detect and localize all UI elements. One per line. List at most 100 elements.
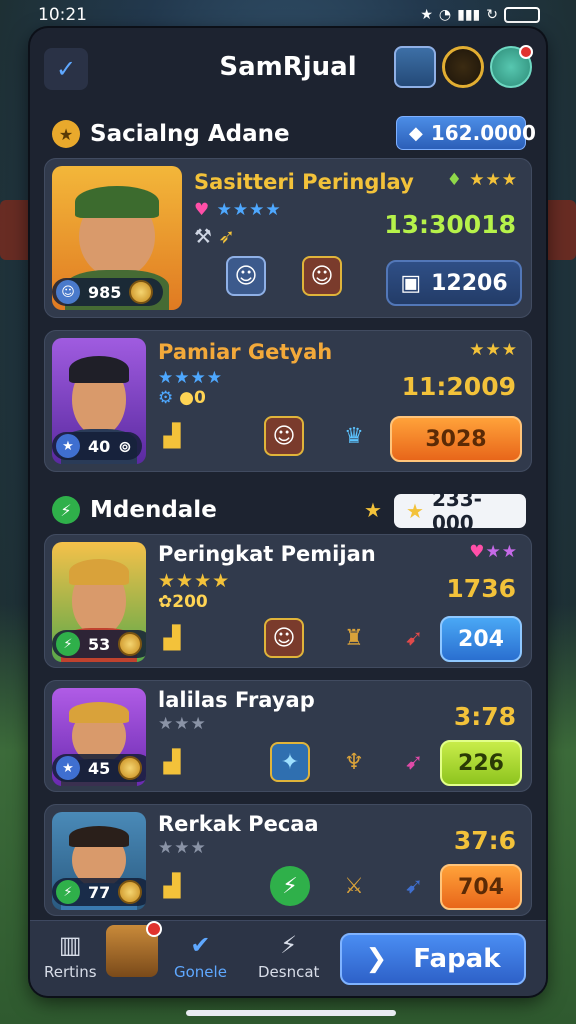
cellular-icon: ▮▮▮ xyxy=(457,7,481,23)
wifi-icon: ◔ xyxy=(438,7,452,23)
profile-avatar[interactable] xyxy=(394,46,436,88)
fapak-button[interactable]: ❯ Fapak xyxy=(340,933,526,985)
player-card-3[interactable]: ⚡ 53 Peringkat Pemijan ★★★★ ✿200 ♥★★ 173… xyxy=(44,534,532,668)
player-card-1[interactable]: ☺ 985 Sasitteri Peringlay ♥ ★★★★ ⚒ ➶ ♦ ★… xyxy=(44,158,532,318)
battery-icon xyxy=(504,7,540,23)
rocket-icon[interactable]: ➹ xyxy=(394,866,434,906)
guild-badge-icon[interactable] xyxy=(442,46,484,88)
player-badge-4: ★ 45 xyxy=(52,754,146,782)
gold-star-icon: ★ xyxy=(406,499,424,523)
section-title-2: Mdendale xyxy=(90,497,217,523)
gems-value: 162.0000 xyxy=(430,121,536,145)
miner-avatar-icon[interactable]: ☺ xyxy=(302,256,342,296)
home-indicator[interactable] xyxy=(186,1010,396,1016)
coin-icon: ● xyxy=(179,388,195,408)
miner-avatar-icon[interactable]: ☺ xyxy=(264,416,304,456)
gear-icon: ⚙ xyxy=(158,388,174,408)
player-name-4: lalilas Frayap xyxy=(158,688,315,712)
card4-action-button[interactable]: 226 xyxy=(440,740,522,786)
star-badge-icon: ★ xyxy=(56,756,80,780)
badge-number-2: 40 xyxy=(88,436,111,456)
chest-icon: ▣ xyxy=(400,270,422,296)
player-name-2: Pamiar Getyah xyxy=(158,340,333,364)
lightning-icon: ⚡ xyxy=(52,496,80,524)
rocket-icon[interactable]: ➹ xyxy=(394,618,434,658)
main-panel: ✓ SamRjual ★ Sacialng Adane ◆ 162.0000 ☺… xyxy=(30,28,546,996)
torch-icon[interactable]: ♆ xyxy=(334,742,374,782)
coin-icon xyxy=(118,756,143,780)
top-bar: ✓ SamRjual xyxy=(30,42,546,98)
card5-button-value: 704 xyxy=(458,874,504,900)
boot-icon[interactable]: ▟ xyxy=(152,866,192,906)
player-card-4[interactable]: ★ 45 lalilas Frayap ★★★ 3:78 ▟ ✦ ♆ ➹ 226 xyxy=(44,680,532,792)
section-title-1: Sacialng Adane xyxy=(90,121,290,147)
cowboy-avatar xyxy=(106,921,162,977)
crossed-swords-icon[interactable]: ⚔ xyxy=(334,866,374,906)
sync-icon: ↻ xyxy=(486,7,498,23)
rocket-icon[interactable]: ➹ xyxy=(394,742,434,782)
nav-label-2: Gonele xyxy=(174,963,227,981)
nav-avatar[interactable] xyxy=(106,921,162,977)
trophy-icon[interactable]: ♜ xyxy=(334,618,374,658)
gems-chip[interactable]: ◆ 162.0000 xyxy=(396,116,536,150)
badge-number-3: 53 xyxy=(88,634,111,654)
coin-icon xyxy=(129,280,154,304)
tier-stars-3: ♥★★ xyxy=(469,542,518,562)
player-badge-3: ⚡ 53 xyxy=(52,630,146,658)
top-avatars xyxy=(394,45,533,88)
item-icons-1: ⚒ ➶ xyxy=(194,224,235,248)
card4-button-value: 226 xyxy=(458,750,504,776)
card3-action-button[interactable]: 204 xyxy=(440,616,522,662)
boot-icon[interactable]: ▟ xyxy=(152,416,192,456)
tier-stars-2: ★★★ xyxy=(469,340,518,360)
player-portrait-3: ⚡ 53 xyxy=(52,542,146,662)
badge-number-1: 985 xyxy=(88,282,122,302)
boot-icon[interactable]: ▟ xyxy=(152,742,192,782)
player-card-2[interactable]: ★ 40 ⊚ Pamiar Getyah ★★★★ ⚙ ●0 ★★★ 11:20… xyxy=(44,330,532,472)
status-icons: ★ ◔ ▮▮▮ ↻ xyxy=(420,7,540,23)
nav-desncat[interactable]: ⚡ Desncat xyxy=(258,927,319,981)
player-badge-2: ★ 40 ⊚ xyxy=(52,432,142,460)
card1-action-button[interactable]: ▣ 12206 xyxy=(386,260,522,306)
lightning-icon[interactable]: ⚡ xyxy=(270,866,310,906)
crown-icon[interactable]: ♛ xyxy=(334,416,374,456)
shield-icon: ⊚ xyxy=(118,436,132,456)
rating-stars-4: ★★★ xyxy=(158,714,207,734)
chevron-right-icon: ❯ xyxy=(365,944,388,974)
player-portrait-4: ★ 45 xyxy=(52,688,146,786)
card2-action-button[interactable]: 3028 xyxy=(390,416,522,462)
notification-dot xyxy=(146,921,162,937)
heart-icon: ♥ xyxy=(469,542,486,562)
player-badge-1: ☺ 985 xyxy=(52,278,164,306)
stars-chip[interactable]: ★ 233-000 xyxy=(394,487,526,535)
player-portrait-5: ⚡ 77 xyxy=(52,812,146,910)
card5-action-button[interactable]: 704 xyxy=(440,864,522,910)
friend-avatar[interactable] xyxy=(490,45,533,88)
coin-icon xyxy=(118,880,143,904)
nav-label-3: Desncat xyxy=(258,963,320,981)
player-card-5[interactable]: ⚡ 77 Rerkak Pecaa ★★★ 37:6 ▟ ⚡ ⚔ ➹ 704 xyxy=(44,804,532,916)
lightning-circle-icon: ⚡ xyxy=(280,931,298,959)
coin-icon xyxy=(118,632,143,656)
nav-gonele[interactable]: ✔ Gonele xyxy=(174,927,227,981)
gem-green-icon: ♦ xyxy=(446,170,463,190)
wing-icon: ➶ xyxy=(218,224,236,248)
avatar-icon: ☺ xyxy=(56,280,80,304)
nav-label-1: Rertins xyxy=(44,963,97,981)
player-portrait-1: ☺ 985 xyxy=(52,166,182,310)
miner-avatar-icon[interactable]: ☺ xyxy=(264,618,304,658)
player-name-1: Sasitteri Peringlay xyxy=(194,170,414,194)
section-header-2: ⚡ Mdendale xyxy=(52,492,217,528)
tier-stars-1: ♦ ★★★ xyxy=(446,170,518,190)
sub-line-2: ⚙ ●0 xyxy=(158,388,206,408)
bottom-nav: ▥ Rertins ✔ Gonele ⚡ Desncat ❯ Fapak xyxy=(30,920,546,996)
team-avatar-icon[interactable]: ☺ xyxy=(226,256,266,296)
stars-value: 233-000 xyxy=(431,487,482,535)
nav-rertins[interactable]: ▥ Rertins xyxy=(44,927,97,981)
rating-stars-2: ★★★★ xyxy=(158,368,223,388)
section-header-1: ★ Sacialng Adane xyxy=(52,116,290,152)
boot-icon[interactable]: ▟ xyxy=(152,618,192,658)
skill-card-icon[interactable]: ✦ xyxy=(270,742,310,782)
card2-button-value: 3028 xyxy=(425,426,487,452)
sub-line-3: ✿200 xyxy=(158,592,208,612)
